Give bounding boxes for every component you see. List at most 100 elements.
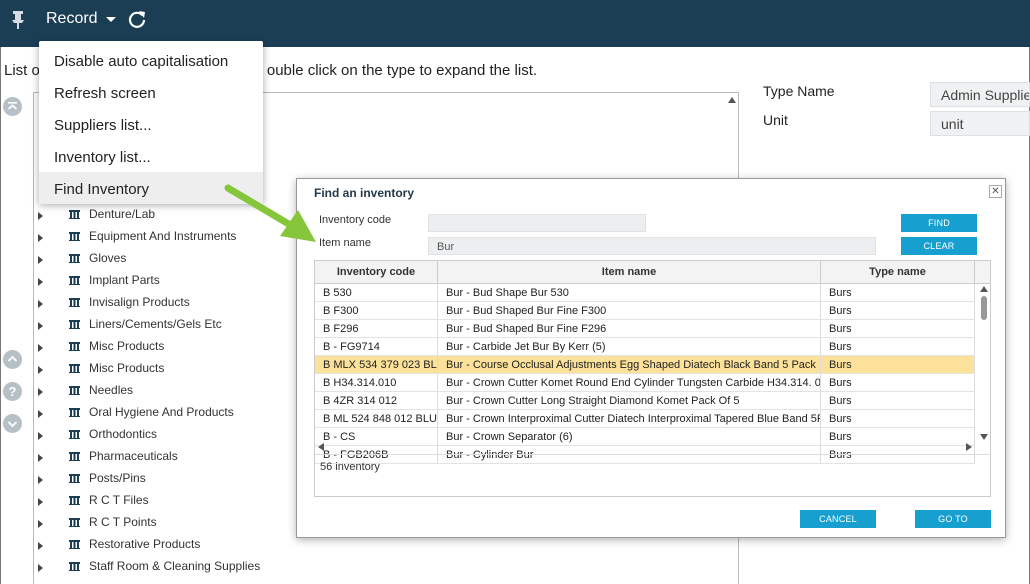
cell-inventory-code: B 4ZR 314 012 [315, 392, 438, 409]
go-to-button[interactable]: GO TO [915, 510, 991, 528]
table-row[interactable]: B H34.314.010 Bur - Crown Cutter Komet R… [315, 374, 975, 392]
tree-item-rct-points[interactable]: R C T Points [38, 511, 157, 533]
refresh-icon[interactable] [127, 9, 147, 29]
window-border-left [0, 47, 1, 584]
expand-arrow-icon[interactable] [38, 454, 43, 462]
tree-item-oral-hygiene[interactable]: Oral Hygiene And Products [38, 401, 234, 423]
table-row[interactable]: B F300 Bur - Bud Shaped Bur Fine F300 Bu… [315, 302, 975, 320]
cell-inventory-code: B - FG9714 [315, 338, 438, 355]
expand-arrow-icon[interactable] [38, 564, 43, 572]
top-toolbar: Record [0, 0, 1030, 47]
tree-item-posts-pins[interactable]: Posts/Pins [38, 467, 146, 489]
tree-item-orthodontics[interactable]: Orthodontics [38, 423, 157, 445]
help-button[interactable]: ? [3, 382, 22, 401]
cell-item-name: Bur - Bud Shaped Bur Fine F300 [438, 302, 821, 319]
tree-item-misc-products[interactable]: Misc Products [38, 335, 164, 357]
tree-item-equipment[interactable]: Equipment And Instruments [38, 225, 236, 247]
table-row-selected[interactable]: B MLX 534 379 023 BLK Bur - Course Occlu… [315, 356, 975, 374]
expand-arrow-icon[interactable] [38, 234, 43, 242]
building-icon [69, 363, 80, 373]
building-icon [69, 253, 80, 263]
horizontal-scrollbar[interactable] [315, 441, 975, 453]
scroll-down-button[interactable] [3, 414, 22, 433]
expand-arrow-icon[interactable] [38, 410, 43, 418]
unit-field[interactable]: unit [930, 111, 1030, 136]
expand-arrow-icon[interactable] [38, 278, 43, 286]
scroll-down-arrow-icon[interactable] [980, 434, 988, 440]
cell-inventory-code: B F296 [315, 320, 438, 337]
table-row[interactable]: B ML 524 848 012 BLUE Bur - Crown Interp… [315, 410, 975, 428]
tree-item-label: Staff Room & Cleaning Supplies [89, 559, 261, 573]
tree-item-staff-room[interactable]: Staff Room & Cleaning Supplies [38, 555, 260, 577]
tree-item-restorative[interactable]: Restorative Products [38, 533, 200, 555]
tree-item-label: Oral Hygiene And Products [89, 405, 234, 419]
item-name-input[interactable]: Bur [428, 237, 876, 255]
column-header-inventory-code[interactable]: Inventory code [315, 261, 438, 284]
expand-arrow-icon[interactable] [38, 212, 43, 220]
find-button[interactable]: FIND [901, 214, 977, 232]
tree-item-invisalign[interactable]: Invisalign Products [38, 291, 190, 313]
instruction-prefix: List o [4, 62, 40, 79]
cancel-button[interactable]: CANCEL [800, 510, 876, 528]
tree-item-gloves[interactable]: Gloves [38, 247, 126, 269]
tree-item-label: Misc Products [89, 339, 165, 353]
tree-item-rct-files[interactable]: R C T Files [38, 489, 149, 511]
expand-arrow-icon[interactable] [38, 432, 43, 440]
chevron-down-icon [105, 16, 116, 22]
table-row[interactable]: B F296 Bur - Bud Shaped Bur Fine F296 Bu… [315, 320, 975, 338]
clear-button[interactable]: CLEAR [901, 237, 977, 255]
tree-item-liners[interactable]: Liners/Cements/Gels Etc [38, 313, 222, 335]
scroll-up-arrow-icon[interactable] [980, 286, 988, 292]
cell-type-name: Burs [821, 284, 975, 301]
pin-icon[interactable] [10, 10, 26, 30]
scroll-up-button[interactable] [3, 350, 22, 369]
expand-arrow-icon[interactable] [38, 256, 43, 264]
scrollbar-thumb[interactable] [981, 296, 987, 320]
collapse-all-button[interactable] [3, 97, 22, 116]
cell-item-name: Bur - Crown Cutter Long Straight Diamond… [438, 392, 821, 409]
column-header-item-name[interactable]: Item name [438, 261, 821, 284]
building-icon [69, 429, 80, 439]
inventory-code-input[interactable] [428, 214, 646, 232]
expand-arrow-icon[interactable] [38, 520, 43, 528]
tree-item-misc-products-2[interactable]: Misc Products [38, 357, 164, 379]
menu-item-refresh-screen[interactable]: Refresh screen [39, 76, 263, 108]
scroll-right-arrow-icon[interactable] [966, 443, 972, 451]
column-header-type-name[interactable]: Type name [821, 261, 975, 284]
menu-item-suppliers-list[interactable]: Suppliers list... [39, 108, 263, 140]
cell-inventory-code: B ML 524 848 012 BLUE [315, 410, 438, 427]
chevron-down-icon [7, 421, 18, 428]
expand-arrow-icon[interactable] [38, 344, 43, 352]
tree-item-label: Denture/Lab [89, 207, 156, 221]
tree-item-denture-lab[interactable]: Denture/Lab [38, 203, 155, 225]
table-row[interactable]: B 530 Bur - Bud Shape Bur 530 Burs [315, 284, 975, 302]
tree-item-pharmaceuticals[interactable]: Pharmaceuticals [38, 445, 178, 467]
table-row[interactable]: B - FG9714 Bur - Carbide Jet Bur By Kerr… [315, 338, 975, 356]
tree-item-needles[interactable]: Needles [38, 379, 133, 401]
scroll-left-arrow-icon[interactable] [318, 443, 324, 451]
expand-arrow-icon[interactable] [38, 322, 43, 330]
tree-item-implant-parts[interactable]: Implant Parts [38, 269, 160, 291]
dialog-title: Find an inventory [314, 186, 415, 200]
tree-item-label: R C T Points [89, 515, 157, 529]
close-icon[interactable]: ✕ [989, 185, 1002, 198]
menu-item-inventory-list[interactable]: Inventory list... [39, 140, 263, 172]
cell-item-name: Bur - Carbide Jet Bur By Kerr (5) [438, 338, 821, 355]
tree-scroll-up-arrow[interactable] [728, 97, 736, 103]
expand-arrow-icon[interactable] [38, 498, 43, 506]
record-menu-button[interactable]: Record [46, 10, 116, 28]
table-row[interactable]: B 4ZR 314 012 Bur - Crown Cutter Long St… [315, 392, 975, 410]
menu-item-disable-auto-capitalisation[interactable]: Disable auto capitalisation [39, 44, 263, 76]
find-inventory-dialog: Find an inventory ✕ Inventory code Item … [296, 178, 1006, 538]
expand-arrow-icon[interactable] [38, 542, 43, 550]
record-menu-label: Record [46, 10, 98, 27]
expand-arrow-icon[interactable] [38, 366, 43, 374]
cell-type-name: Burs [821, 320, 975, 337]
vertical-scrollbar[interactable] [977, 284, 991, 446]
expand-arrow-icon[interactable] [38, 388, 43, 396]
tree-item-label: Pharmaceuticals [89, 449, 178, 463]
expand-arrow-icon[interactable] [38, 300, 43, 308]
building-icon [69, 539, 80, 549]
type-name-field[interactable]: Admin Supplie [930, 82, 1030, 107]
expand-arrow-icon[interactable] [38, 476, 43, 484]
